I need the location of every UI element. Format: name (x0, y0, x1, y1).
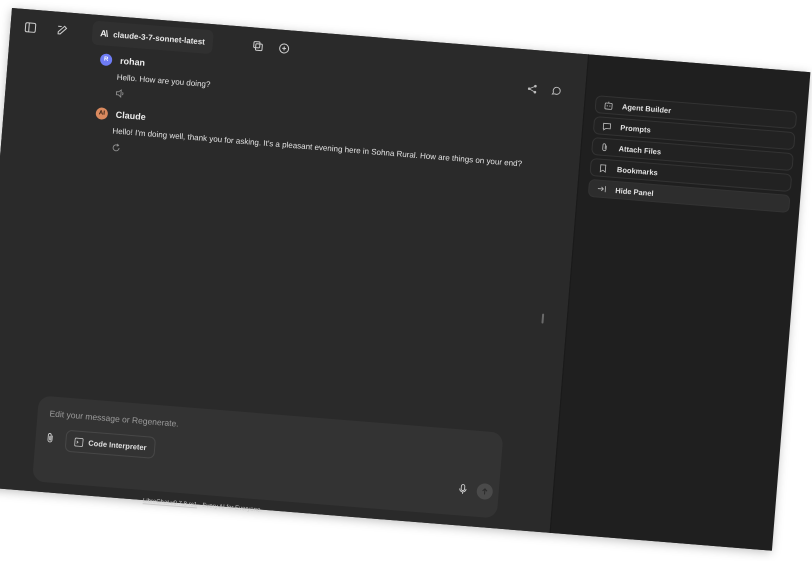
message-author: rohan (119, 55, 146, 68)
resize-handle[interactable] (541, 313, 545, 324)
version-link[interactable]: LibreChat v0.7.8-rc1 (143, 498, 198, 508)
microphone-icon[interactable] (458, 483, 467, 495)
chat-area: A\ claude-3-7-sonnet-latest R rohan Hell… (0, 8, 589, 533)
arrow-right-bar-icon (597, 185, 608, 194)
panel-item-label: Hide Panel (614, 185, 654, 198)
arrow-up-icon (482, 488, 488, 495)
new-chat-icon[interactable] (49, 17, 75, 43)
top-bar: A\ claude-3-7-sonnet-latest (9, 8, 588, 88)
share-icon[interactable] (527, 84, 538, 95)
model-selector[interactable]: A\ claude-3-7-sonnet-latest (91, 20, 214, 55)
terminal-icon (74, 437, 84, 447)
copy-icon[interactable] (245, 33, 271, 59)
comment-icon[interactable] (551, 86, 562, 97)
footer: LibreChat v0.7.8-rc1 - Every AI for Ever… (143, 498, 263, 514)
code-interpreter-label: Code Interpreter (88, 438, 147, 452)
model-name: claude-3-7-sonnet-latest (112, 29, 206, 47)
send-button[interactable] (476, 482, 494, 501)
avatar: AI (95, 107, 109, 121)
message-input[interactable]: Edit your message or Regenerate. (49, 408, 179, 428)
message-text: Hello. How are you doing? (116, 72, 211, 90)
agent-icon (604, 100, 615, 110)
paperclip-icon (600, 142, 611, 152)
message-user: R rohan Hello. How are you doing? (97, 53, 212, 105)
anthropic-logo-icon: A\ (99, 28, 108, 39)
screen: A\ claude-3-7-sonnet-latest R rohan Hell… (0, 0, 812, 561)
message-author: Claude (115, 109, 147, 123)
librechat-window: A\ claude-3-7-sonnet-latest R rohan Hell… (0, 8, 811, 551)
avatar: R (99, 53, 113, 67)
message-composer: Edit your message or Regenerate. Code In… (32, 395, 504, 519)
side-panel: Agent Builder Prompts Attach Files Bookm… (549, 54, 811, 551)
footer-tagline: - Every AI for Everyone. (196, 502, 263, 514)
speaker-icon[interactable] (115, 89, 209, 105)
panel-item-label: Attach Files (618, 143, 662, 157)
panel-item-label: Prompts (620, 122, 652, 135)
chat-actions (527, 84, 562, 97)
bookmark-icon (599, 163, 610, 173)
paperclip-icon[interactable] (45, 432, 55, 444)
message-assistant: AI Claude Hello! I'm doing well, thank y… (93, 107, 533, 186)
sidebar-toggle-icon[interactable] (18, 15, 44, 41)
panel-item-label: Bookmarks (616, 164, 659, 177)
plus-circle-icon[interactable] (271, 35, 297, 61)
message-icon (602, 121, 613, 131)
code-interpreter-button[interactable]: Code Interpreter (64, 429, 157, 459)
panel-item-label: Agent Builder (621, 101, 672, 115)
